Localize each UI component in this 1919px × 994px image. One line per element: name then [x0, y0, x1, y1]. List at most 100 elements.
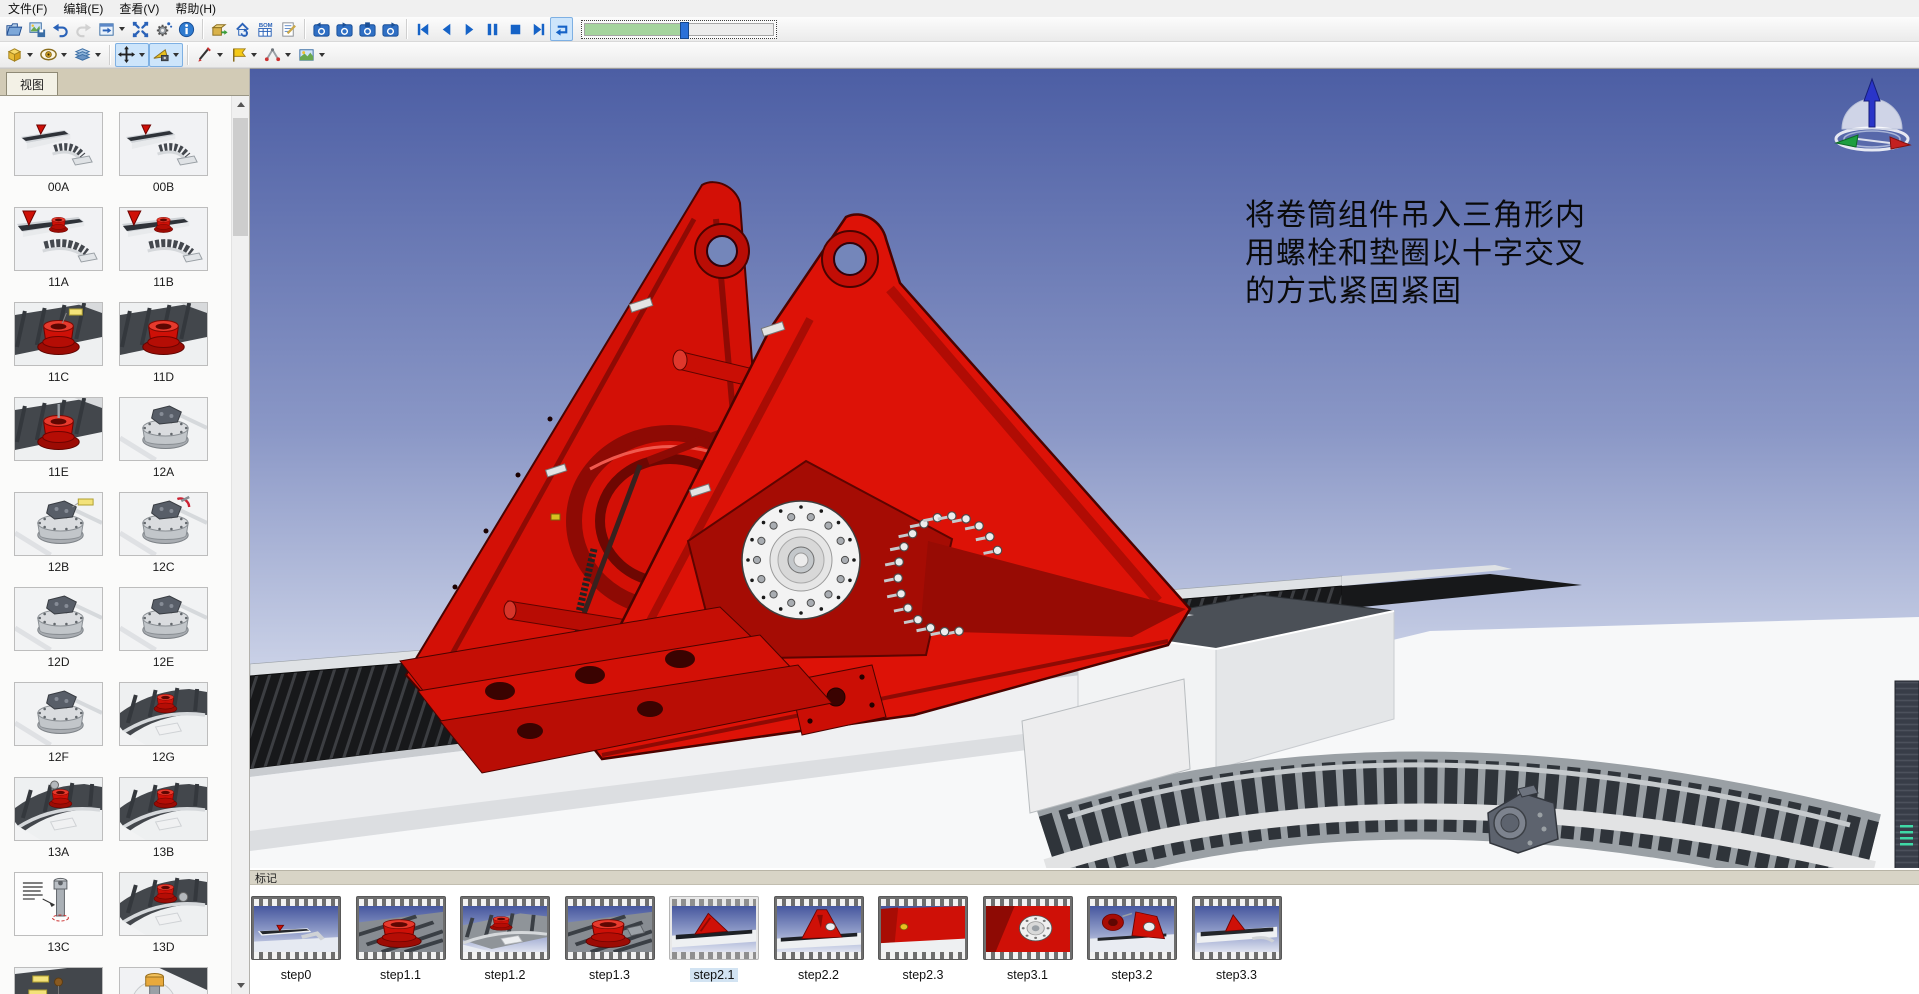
scrollbar-thumb[interactable]	[233, 118, 248, 236]
reset-home-button[interactable]	[231, 17, 254, 41]
export-image-button[interactable]	[26, 17, 49, 41]
marker-next-button[interactable]	[379, 17, 402, 41]
view-thumbnail-13D[interactable]	[119, 872, 208, 936]
dropdown-arrow-icon[interactable]	[24, 45, 35, 65]
notes-button[interactable]	[277, 17, 300, 41]
view-thumbnail-00B[interactable]	[119, 112, 208, 176]
step-thumbnail-step3.1[interactable]: step3.1	[983, 896, 1073, 982]
anim-prev-button[interactable]	[435, 17, 458, 41]
dropdown-arrow-icon[interactable]	[58, 45, 69, 65]
gear-flange[interactable]	[742, 501, 860, 619]
view-thumbnail-11B[interactable]	[119, 207, 208, 271]
3d-scene[interactable]	[250, 69, 1919, 868]
step-thumbnail-step2.3[interactable]: step2.3	[878, 896, 968, 982]
dropdown-arrow-icon[interactable]	[214, 45, 225, 65]
scene-image-button[interactable]	[295, 43, 329, 67]
view-thumbnail[interactable]	[119, 967, 208, 994]
view-label: 13D	[119, 940, 208, 954]
anim-pause-button[interactable]	[481, 17, 504, 41]
anim-first-button[interactable]	[412, 17, 435, 41]
anim-stop-button[interactable]	[504, 17, 527, 41]
view-thumbnail-13B[interactable]	[119, 777, 208, 841]
step-thumbnail-step1.3[interactable]: step1.3	[565, 896, 655, 982]
menu-view[interactable]: 查看(V)	[111, 0, 167, 18]
timeline-handle[interactable]	[680, 22, 689, 39]
scroll-down-icon[interactable]	[232, 977, 249, 994]
tab-views[interactable]: 视图	[6, 72, 58, 95]
step-thumbnail-step1.1[interactable]: step1.1	[356, 896, 446, 982]
step-preview-image	[1195, 906, 1279, 952]
bom-table-button[interactable]: BOM	[254, 17, 277, 41]
draw-line-button[interactable]	[193, 43, 227, 67]
marker-play-button[interactable]	[333, 17, 356, 41]
scroll-up-icon[interactable]	[232, 96, 249, 113]
export-image-icon	[28, 20, 47, 39]
view-thumbnail-11D[interactable]	[119, 302, 208, 366]
step-thumbnail-step3.2[interactable]: step3.2	[1087, 896, 1177, 982]
visibility-button[interactable]	[37, 43, 71, 67]
view-thumbnail-12C[interactable]	[119, 492, 208, 556]
views-scrollbar[interactable]	[231, 96, 249, 994]
3d-viewport[interactable]: 将卷筒组件吊入三角形内 用螺栓和垫圈以十字交叉 的方式紧固紧固	[250, 68, 1919, 868]
step-thumbnail-step1.2[interactable]: step1.2	[460, 896, 550, 982]
view-thumbnail-13C[interactable]	[14, 872, 103, 936]
extract-part-button[interactable]	[3, 43, 37, 67]
info-button[interactable]	[175, 17, 198, 41]
step-thumbnail-step0[interactable]: step0	[251, 896, 341, 982]
marker-first-button[interactable]	[310, 17, 333, 41]
marker-stop-button[interactable]	[356, 17, 379, 41]
anim-play-button[interactable]	[458, 17, 481, 41]
dropdown-arrow-icon[interactable]	[136, 45, 147, 65]
marks-panel-header[interactable]: 标记	[250, 870, 1919, 885]
menu-help[interactable]: 帮助(H)	[167, 0, 224, 18]
view-thumbnail-11C[interactable]	[14, 302, 103, 366]
import-window-button[interactable]	[95, 17, 129, 41]
dropdown-arrow-icon[interactable]	[170, 45, 181, 65]
filmstrip-frame	[983, 896, 1073, 960]
redo-button[interactable]	[72, 17, 95, 41]
view-thumbnail-12G[interactable]	[119, 682, 208, 746]
open-file-button[interactable]	[3, 17, 26, 41]
dropdown-arrow-icon[interactable]	[282, 45, 293, 65]
settings-button[interactable]	[152, 17, 175, 41]
view-thumbnail-11A[interactable]	[14, 207, 103, 271]
measure-icon	[263, 45, 282, 64]
view-thumbnail-12B[interactable]	[14, 492, 103, 556]
dropdown-arrow-icon[interactable]	[116, 19, 127, 39]
view-thumbnail-11E[interactable]	[14, 397, 103, 461]
dropdown-arrow-icon[interactable]	[316, 45, 327, 65]
marks-panel: 标记 step0step1.1step1.2step1.3step2.1step…	[250, 868, 1919, 994]
layers-button[interactable]	[71, 43, 105, 67]
camera-view-button[interactable]	[149, 43, 183, 67]
measure-button[interactable]	[261, 43, 295, 67]
menu-edit[interactable]: 编辑(E)	[55, 0, 111, 18]
view-thumbnail-12E[interactable]	[119, 587, 208, 651]
menu-file[interactable]: 文件(F)	[0, 0, 55, 18]
undo-button[interactable]	[49, 17, 72, 41]
step-thumbnail-step2.2[interactable]: step2.2	[774, 896, 864, 982]
redo-icon	[74, 20, 93, 39]
fit-view-button[interactable]	[129, 17, 152, 41]
anim-next-button[interactable]	[527, 17, 550, 41]
view-thumbnail-00A[interactable]	[14, 112, 103, 176]
toolbar-tools	[0, 42, 1919, 68]
open-folder-icon	[5, 20, 24, 39]
step-label: step0	[251, 968, 341, 982]
dropdown-arrow-icon[interactable]	[248, 45, 259, 65]
update-package-button[interactable]	[208, 17, 231, 41]
timeline-track[interactable]	[584, 23, 774, 36]
view-thumbnail-12A[interactable]	[119, 397, 208, 461]
move-part-button[interactable]	[115, 43, 149, 67]
step-label: step1.3	[565, 968, 655, 982]
view-thumbnail-12F[interactable]	[14, 682, 103, 746]
step-thumbnail-step3.3[interactable]: step3.3	[1192, 896, 1282, 982]
view-thumbnail-12D[interactable]	[14, 587, 103, 651]
animation-timeline[interactable]	[581, 20, 777, 39]
callout-button[interactable]	[227, 43, 261, 67]
view-thumbnail-13A[interactable]	[14, 777, 103, 841]
anim-loop-button[interactable]	[550, 17, 573, 41]
dropdown-arrow-icon[interactable]	[92, 45, 103, 65]
step-thumbnail-step2.1[interactable]: step2.1	[669, 896, 759, 982]
view-thumbnail[interactable]	[14, 967, 103, 994]
view-label: 13C	[14, 940, 103, 954]
